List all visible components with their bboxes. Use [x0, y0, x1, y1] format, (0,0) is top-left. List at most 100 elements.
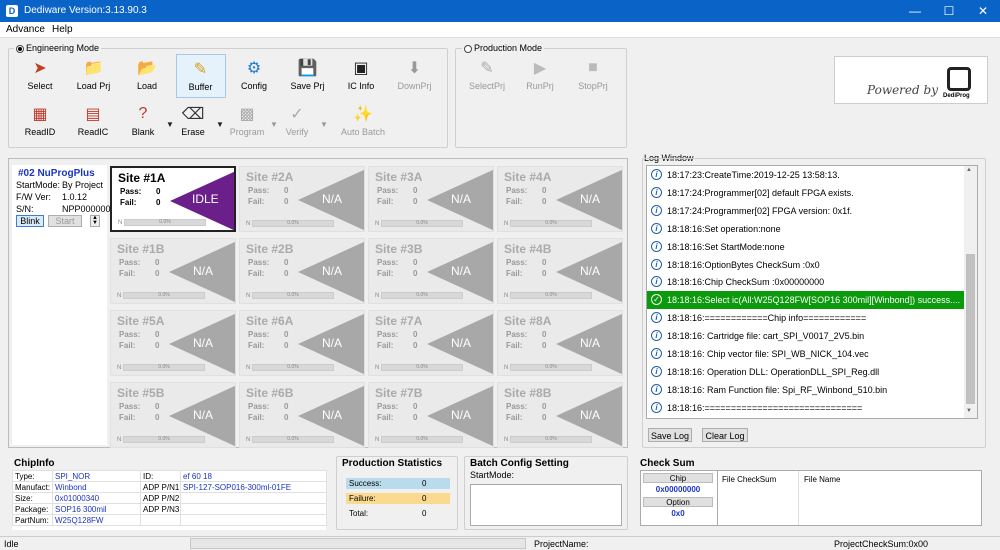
config-button[interactable]: ⚙ Config — [229, 54, 279, 98]
pass-label: Pass: — [506, 186, 528, 195]
minimize-icon[interactable]: — — [898, 0, 932, 22]
log-entry[interactable]: i 18:18:16: Cartridge file: cart_SPI_V001… — [647, 327, 965, 345]
log-entry[interactable]: i 18:17:24:Programmer[02] FPGA version: 0… — [647, 202, 965, 220]
log-entry[interactable]: i 18:18:16: Ram Function file: Spi_RF_Win… — [647, 381, 965, 399]
buffer-button[interactable]: ✎ Buffer — [175, 54, 226, 98]
progress-percent: 0.0% — [416, 220, 428, 226]
erase-button[interactable]: ⌫ Erase — [168, 100, 218, 144]
site-card[interactable]: Site #1A Pass: 0 Fail: 0 IDLE N 0.0% — [110, 166, 236, 232]
auto-batch-button[interactable]: ✨ Auto Batch — [338, 100, 388, 144]
downprj-button[interactable]: ⬇ DownPrj — [390, 54, 440, 98]
batch-config-box[interactable] — [470, 484, 622, 526]
scroll-down-icon[interactable]: ▼ — [966, 408, 972, 414]
log-text: 18:18:16: Chip vector file: SPI_WB_NICK_… — [667, 349, 869, 359]
chipinfo-key — [140, 514, 181, 526]
n-label: N — [246, 221, 251, 227]
readic-button[interactable]: ▤ ReadIC — [68, 100, 118, 144]
progress-percent: 0.0% — [158, 364, 170, 370]
info-icon: i — [651, 365, 662, 377]
site-card[interactable]: Site #2B Pass: 0 Fail: 0 N/A N 0.0% — [239, 238, 365, 304]
engineering-mode-radio[interactable]: Engineering Mode — [14, 43, 102, 53]
site-card[interactable]: Site #3B Pass: 0 Fail: 0 N/A N 0.0% — [368, 238, 494, 304]
fail-label: Fail: — [506, 413, 523, 422]
program-button[interactable]: ▩ Program — [222, 100, 272, 144]
start-button[interactable]: Start — [48, 215, 82, 227]
site-name: Site #7A — [375, 314, 423, 328]
site-card[interactable]: Site #4A Pass: 0 Fail: 0 N/A N 0.0% — [497, 166, 623, 232]
select-button[interactable]: ➤ Select — [15, 54, 65, 98]
site-card[interactable]: Site #5B Pass: 0 Fail: 0 N/A N 0.0% — [110, 382, 236, 448]
load-prj-button[interactable]: 📁 Load Prj — [69, 54, 119, 98]
site-card[interactable]: Site #7B Pass: 0 Fail: 0 N/A N 0.0% — [368, 382, 494, 448]
pass-count: 0 — [542, 186, 547, 195]
log-entry-success[interactable]: ✓ 18:18:16:Select ic(All:W25Q128FW[SOP16 … — [647, 291, 965, 310]
log-scrollbar[interactable]: ▲ ▼ — [964, 166, 977, 418]
log-list[interactable]: i 18:17:23:CreateTime:2019-12-25 13:58:13… — [646, 165, 978, 419]
file-checksum-header: File CheckSum — [722, 475, 777, 484]
load-button[interactable]: 📂 Load — [122, 54, 172, 98]
runprj-button[interactable]: ▶ RunPrj — [515, 54, 565, 98]
site-card[interactable]: Site #8B Pass: 0 Fail: 0 N/A N 0.0% — [497, 382, 623, 448]
info-icon: i — [651, 169, 662, 180]
log-text: 18:18:16:Set operation:none — [667, 223, 781, 234]
sn-value: NPP000000 — [62, 204, 111, 214]
site-card[interactable]: Site #1B Pass: 0 Fail: 0 N/A N 0.0% — [110, 238, 236, 304]
read-id-icon: ▦ — [32, 106, 48, 123]
log-entry[interactable]: i 18:18:16: Operation DLL: OperationDLL_S… — [647, 363, 965, 381]
chipinfo-key: ADP P/N2: — [140, 492, 181, 504]
save-log-button[interactable]: Save Log — [648, 428, 692, 442]
site-card[interactable]: Site #6A Pass: 0 Fail: 0 N/A N 0.0% — [239, 310, 365, 376]
scroll-thumb[interactable] — [966, 254, 975, 404]
progress-percent: 0.0% — [416, 436, 428, 442]
log-entry[interactable]: i 18:17:24:Programmer[02] default FPGA ex… — [647, 184, 965, 202]
log-entry[interactable]: i 18:17:23:CreateTime:2019-12-25 13:58:13… — [647, 166, 965, 184]
fail-count: 0 — [284, 413, 289, 422]
download-project-icon: ⬇ — [407, 60, 422, 77]
close-icon[interactable]: ✕ — [966, 0, 1000, 22]
log-entry[interactable]: i 18:18:16:Chip CheckSum :0x00000000 — [647, 273, 965, 291]
site-spin-button[interactable]: ▲ ▼ — [90, 215, 100, 227]
tool-label: Load — [136, 81, 158, 91]
site-card[interactable]: Site #2A Pass: 0 Fail: 0 N/A N 0.0% — [239, 166, 365, 232]
log-entry[interactable]: i 18:18:16: Chip vector file: SPI_WB_NICK… — [647, 345, 965, 363]
production-radio-dot[interactable] — [464, 44, 472, 53]
save-prj-button[interactable]: 💾 Save Prj — [283, 54, 333, 98]
engineering-radio-dot[interactable] — [16, 44, 24, 53]
log-entry[interactable]: i 18:18:16:============Chip info=========… — [647, 309, 965, 327]
readid-button[interactable]: ▦ ReadID — [15, 100, 65, 144]
log-entry[interactable]: i 18:18:16:============================== — [647, 399, 965, 417]
menu-help[interactable]: Help — [52, 24, 73, 35]
scroll-up-icon[interactable]: ▲ — [966, 167, 972, 173]
log-entry[interactable]: i 18:18:16:OptionBytes CheckSum :0x0 — [647, 256, 965, 274]
ic-info-button[interactable]: ▣ IC Info — [336, 54, 386, 98]
tool-label: Select — [27, 81, 53, 91]
n-label: N — [117, 365, 122, 371]
site-progress-bar: 0.0% — [510, 364, 592, 371]
dropdown-arrow-icon[interactable]: ▼ — [320, 120, 328, 129]
site-card[interactable]: Site #3A Pass: 0 Fail: 0 N/A N 0.0% — [368, 166, 494, 232]
verify-button[interactable]: ✓ Verify — [272, 100, 322, 144]
site-card[interactable]: Site #5A Pass: 0 Fail: 0 N/A N 0.0% — [110, 310, 236, 376]
site-card[interactable]: Site #4B Pass: 0 Fail: 0 N/A N 0.0% — [497, 238, 623, 304]
maximize-icon[interactable]: ☐ — [932, 0, 966, 22]
fail-label: Fail: — [377, 197, 394, 206]
site-card[interactable]: Site #8A Pass: 0 Fail: 0 N/A N 0.0% — [497, 310, 623, 376]
menu-advance[interactable]: Advance — [6, 24, 45, 35]
log-entry[interactable]: i 18:18:16:Set StartMode:none — [647, 238, 965, 256]
log-text: 18:18:16:OptionBytes CheckSum :0x0 — [667, 259, 820, 270]
selectprj-button[interactable]: ✎ SelectPrj — [462, 54, 512, 98]
production-mode-radio[interactable]: Production Mode — [462, 43, 545, 53]
site-card[interactable]: Site #7A Pass: 0 Fail: 0 N/A N 0.0% — [368, 310, 494, 376]
site-status: N/A — [580, 336, 601, 350]
site-card[interactable]: Site #6B Pass: 0 Fail: 0 N/A N 0.0% — [239, 382, 365, 448]
file-checksum-table: File CheckSum File Name — [717, 471, 981, 525]
blank-button[interactable]: ? Blank — [118, 100, 168, 144]
site-name: Site #3B — [375, 242, 423, 256]
log-entry[interactable]: i 18:18:16:Set operation:none — [647, 220, 965, 238]
chipinfo-table: Type: SPI_NOR ID: ef 60 18 Manufact: Winbond A… — [12, 470, 327, 526]
blink-button[interactable]: Blink — [16, 215, 44, 227]
clear-log-button[interactable]: Clear Log — [702, 428, 748, 442]
fail-label: Fail: — [248, 341, 265, 350]
stopprj-button[interactable]: ■ StopPrj — [568, 54, 618, 98]
fail-count: 0 — [413, 197, 418, 206]
